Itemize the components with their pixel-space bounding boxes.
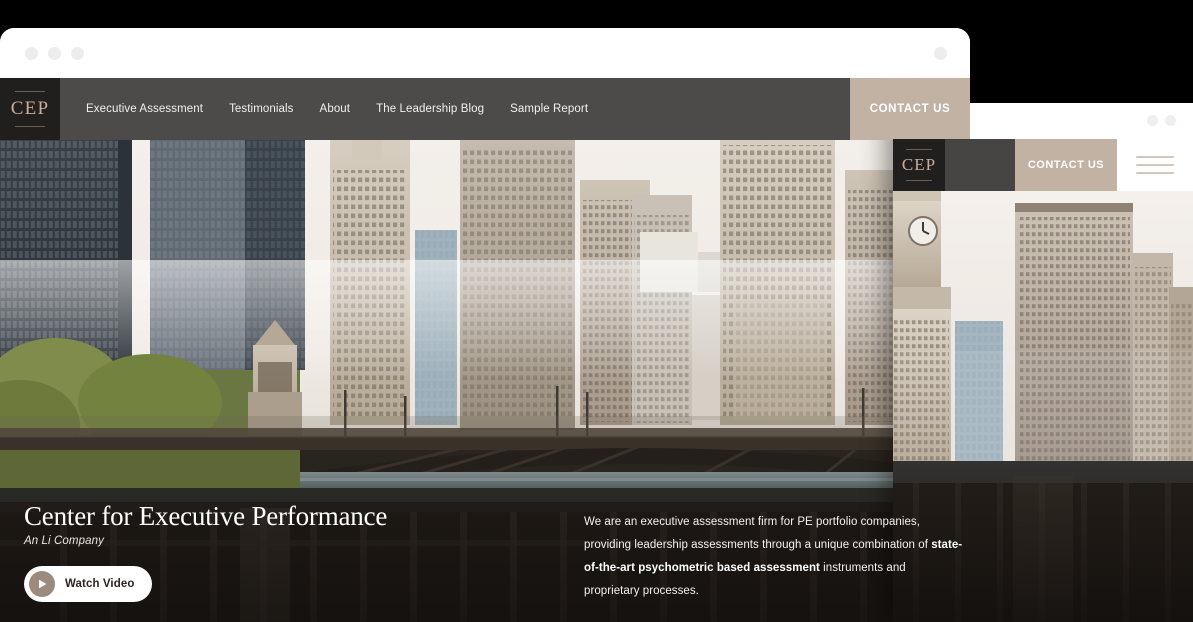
mobile-logo-text: CEP: [901, 155, 937, 174]
mobile-contact-us-button[interactable]: CONTACT US: [1015, 139, 1117, 191]
site-navigation-bar: CEP Executive Assessment Testimonials Ab…: [0, 78, 970, 140]
mobile-navigation-bar: CEP CONTACT US: [893, 139, 1193, 191]
desktop-browser-chrome: [0, 28, 970, 78]
hero-cityscape-image: [0, 140, 970, 488]
hero-paragraph: We are an executive assessment firm for …: [584, 511, 964, 603]
nav-link-about[interactable]: About: [320, 103, 351, 115]
watch-video-button[interactable]: Watch Video: [24, 566, 153, 603]
window-dot-minimize[interactable]: [48, 47, 61, 60]
nav-link-the-leadership-blog[interactable]: The Leadership Blog: [376, 103, 484, 115]
screenshot-stage: Center for Executive Performance An Li C…: [0, 0, 1193, 622]
hero-right-column: We are an executive assessment firm for …: [584, 502, 964, 603]
logo-rule-bottom: [15, 126, 45, 127]
nav-link-testimonials[interactable]: Testimonials: [229, 103, 293, 115]
hero-left-column: Center for Executive Performance An Li C…: [24, 501, 584, 603]
window-dot-menu[interactable]: [934, 47, 947, 60]
hamburger-line-3: [1136, 172, 1174, 174]
mobile-site-logo[interactable]: CEP: [893, 139, 945, 191]
mobile-logo-rule-bottom: [906, 180, 932, 181]
page-subtitle: An Li Company: [24, 535, 104, 548]
hamburger-menu-icon[interactable]: [1117, 139, 1193, 191]
mobile-hero-cityscape-image: [893, 191, 1193, 461]
contact-us-button[interactable]: CONTACT US: [850, 78, 970, 140]
site-logo[interactable]: CEP: [0, 78, 60, 140]
watch-video-label: Watch Video: [65, 578, 135, 591]
logo-text: CEP: [10, 98, 50, 119]
window-dot-close[interactable]: [25, 47, 38, 60]
mobile-window-dot-right-2[interactable]: [1165, 115, 1176, 126]
nav-link-executive-assessment[interactable]: Executive Assessment: [86, 103, 203, 115]
play-icon: [29, 571, 55, 598]
window-dot-maximize[interactable]: [71, 47, 84, 60]
hero-paragraph-lead: We are an executive assessment firm for …: [584, 516, 932, 551]
desktop-site-viewport: Center for Executive Performance An Li C…: [0, 78, 970, 622]
mobile-nav-spacer: [945, 139, 1015, 191]
mobile-window-dot-right-1[interactable]: [1147, 115, 1158, 126]
hero-content-band: Center for Executive Performance An Li C…: [0, 488, 970, 622]
hamburger-line-1: [1136, 156, 1174, 158]
hamburger-line-2: [1136, 164, 1174, 166]
nav-links: Executive Assessment Testimonials About …: [60, 78, 850, 140]
desktop-browser-window: Center for Executive Performance An Li C…: [0, 28, 970, 622]
nav-link-sample-report[interactable]: Sample Report: [510, 103, 588, 115]
page-title: Center for Executive Performance: [24, 501, 388, 531]
